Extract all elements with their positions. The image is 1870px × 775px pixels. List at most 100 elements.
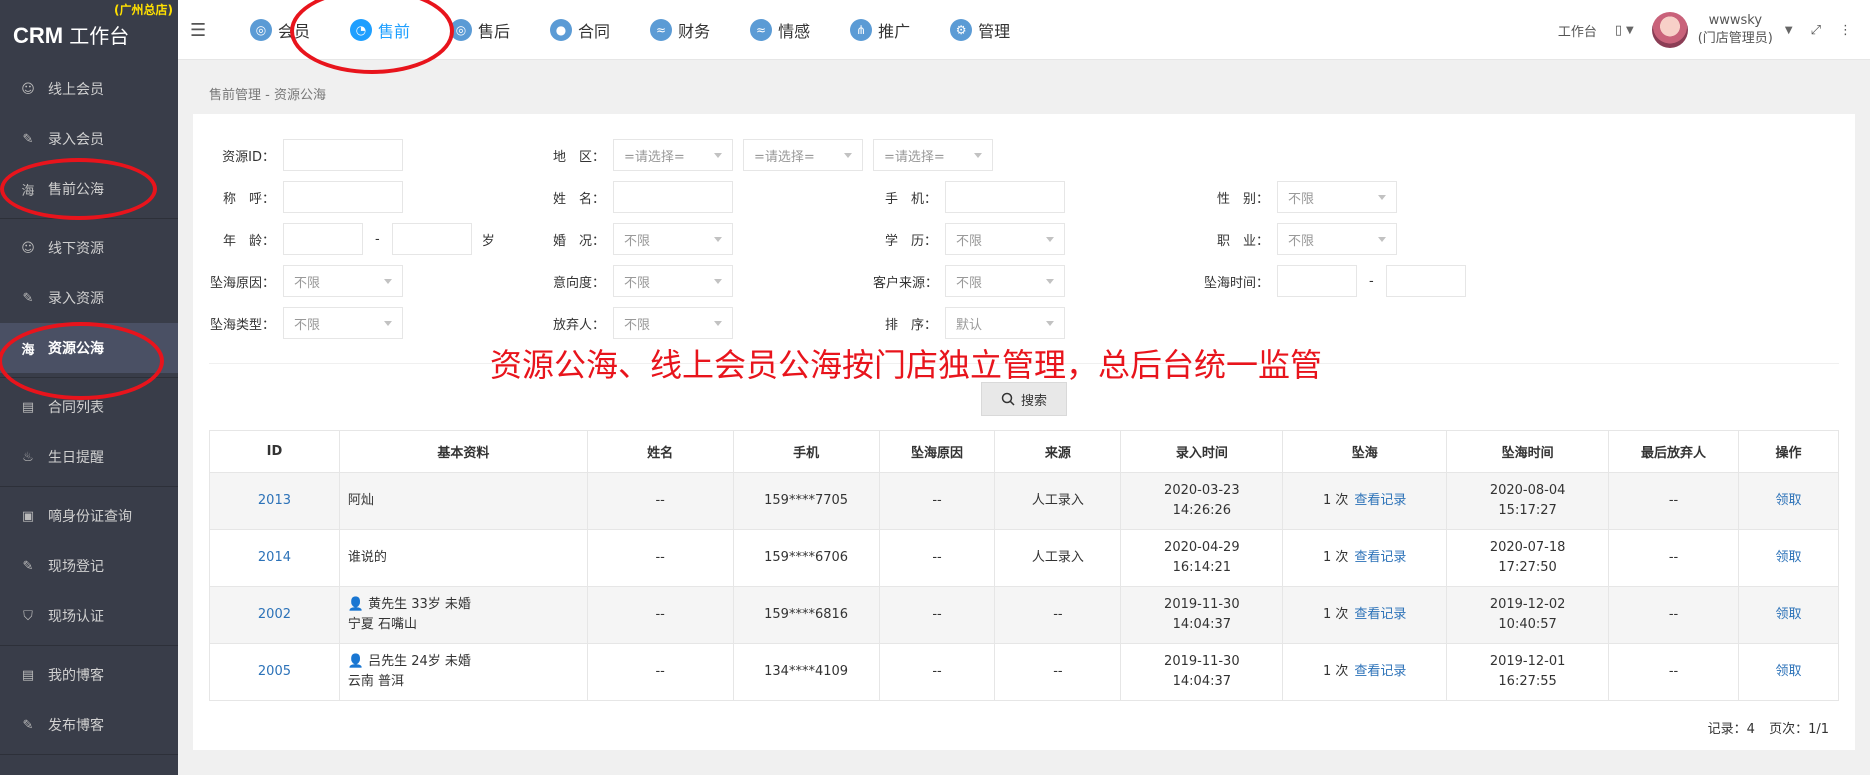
- table-header-cell: 姓名: [586, 430, 734, 473]
- claim-link[interactable]: 领取: [1775, 550, 1801, 565]
- entry-date: 2019-11-30: [1164, 597, 1240, 612]
- top-tab[interactable]: ◎ 会员: [238, 0, 322, 60]
- job-select[interactable]: 不限: [1277, 223, 1397, 255]
- sidebar-item[interactable]: ▣ 嘀身份证查询: [0, 491, 178, 541]
- intent-select[interactable]: 不限: [613, 265, 733, 297]
- marriage-select[interactable]: 不限: [613, 223, 733, 255]
- name-input[interactable]: [613, 181, 733, 213]
- fullscreen-icon[interactable]: ⤢: [1811, 23, 1821, 38]
- sidebar-item[interactable]: 海售前公海: [0, 164, 178, 214]
- basic-info-line: 宁夏 石嘴山: [348, 615, 587, 635]
- top-tab[interactable]: ◎ 售后: [438, 0, 522, 60]
- age-min-input[interactable]: [283, 223, 363, 255]
- user-menu-toggle[interactable]: ▼: [1781, 25, 1793, 36]
- view-records-link[interactable]: 查看记录: [1354, 493, 1406, 508]
- edit-icon: ✎: [22, 290, 34, 306]
- age-dash: -: [375, 231, 380, 247]
- region-city-select[interactable]: =请选择=: [743, 139, 863, 171]
- chevron-down-icon: ▼: [1784, 24, 1793, 36]
- table-cell: 2013: [209, 472, 340, 530]
- claim-link[interactable]: 领取: [1775, 607, 1801, 622]
- table-header-cell: 坠海: [1282, 430, 1448, 473]
- row-id-link[interactable]: 2005: [258, 664, 291, 679]
- user-info[interactable]: wwwsky (门店管理员): [1698, 12, 1773, 48]
- claim-link[interactable]: 领取: [1775, 664, 1801, 679]
- table-header-cell: 操作: [1737, 430, 1840, 473]
- source-select[interactable]: 不限: [945, 265, 1065, 297]
- fall-time-start-input[interactable]: [1277, 265, 1357, 297]
- menu-toggle-icon[interactable]: ☰: [190, 20, 206, 41]
- age-max-input[interactable]: [391, 223, 472, 255]
- pages-value: 1/1: [1808, 722, 1829, 737]
- top-tab[interactable]: ● 合同: [538, 0, 622, 60]
- sort-label: 排 序：: [884, 317, 937, 333]
- sidebar-item[interactable]: ✎ 录入资源: [0, 273, 178, 323]
- view-records-link[interactable]: 查看记录: [1354, 607, 1406, 622]
- id-card-icon: ▣: [21, 508, 35, 524]
- sidebar-item[interactable]: ☺ 线下资源: [0, 223, 178, 273]
- last-abandoner: --: [1668, 607, 1679, 622]
- top-tab[interactable]: ≈ 情感: [738, 0, 822, 60]
- edit-icon: ✎: [22, 717, 34, 733]
- sidebar-item[interactable]: ☺ 线上会员: [0, 64, 178, 114]
- sidebar-item[interactable]: ▤ 合同列表: [0, 382, 178, 432]
- claim-link[interactable]: 领取: [1775, 493, 1801, 508]
- reason-select[interactable]: 不限: [283, 265, 403, 297]
- nickname-input[interactable]: [283, 181, 403, 213]
- phone-value: 159****7705: [764, 493, 849, 508]
- avatar[interactable]: [1651, 12, 1688, 48]
- search-button[interactable]: 搜索: [981, 382, 1067, 416]
- table-cell: 阿灿: [338, 472, 588, 530]
- row-id-link[interactable]: 2002: [258, 607, 291, 622]
- basic-info-text: 阿灿: [347, 493, 374, 508]
- source-label: 客户来源：: [873, 275, 939, 291]
- user-role: (门店管理员): [1697, 31, 1773, 46]
- sidebar-item[interactable]: ✎ 发布博客: [0, 700, 178, 750]
- sidebar-item[interactable]: ✎ 录入会员: [0, 114, 178, 164]
- table-cell: --: [878, 643, 996, 701]
- resource-id-input[interactable]: [283, 139, 403, 171]
- fall-type-select[interactable]: 不限: [283, 307, 403, 339]
- sea-icon: 海: [21, 342, 35, 358]
- fall-time-label: 坠海时间：: [1203, 275, 1269, 291]
- table-cell: 2019-11-30 14:04:37: [1120, 643, 1284, 701]
- gender-select[interactable]: 不限: [1277, 181, 1397, 213]
- top-tab[interactable]: ⚙ 管理: [938, 0, 1022, 60]
- brand-logo[interactable]: CRM 工作台: [13, 20, 129, 49]
- top-tab[interactable]: ≈ 财务: [638, 0, 722, 60]
- view-records-link[interactable]: 查看记录: [1354, 550, 1406, 565]
- view-records-link[interactable]: 查看记录: [1354, 664, 1406, 679]
- table-cell: --: [1608, 643, 1739, 701]
- resource-table: ID 基本资料 姓名 手机 坠海原因 来源 录入时间 坠海 坠海时间 最后放弃人 操作 2013 阿灿…: [209, 430, 1840, 701]
- phone-input[interactable]: [945, 181, 1065, 213]
- sidebar-item[interactable]: ▤ 我的博客: [0, 650, 178, 700]
- table-cell: 2020-07-18 17:27:50: [1446, 529, 1610, 587]
- row-id-link[interactable]: 2013: [258, 493, 291, 508]
- sidebar: CRM 工作台 (广州总店) ☺ 线上会员 ✎ 录入会员海售前公海 ☺ 线下资源 ✎ 录入资源…: [0, 0, 178, 775]
- fall-type-label: 坠海类型：: [209, 317, 275, 333]
- fall-time-end-input[interactable]: [1385, 265, 1466, 297]
- more-icon[interactable]: ⋮: [1839, 23, 1852, 38]
- phone-label: 手 机：: [884, 191, 937, 207]
- mobile-menu[interactable]: ▯ ▼: [1615, 23, 1634, 38]
- tab-icon: ◎: [250, 19, 272, 41]
- region-district-select[interactable]: =请选择=: [873, 139, 993, 171]
- edit-icon: ✎: [22, 131, 34, 147]
- row-id-link[interactable]: 2014: [258, 550, 291, 565]
- top-tab[interactable]: ◔ 售前: [338, 0, 422, 60]
- sidebar-item[interactable]: ♨ 生日提醒: [0, 432, 178, 482]
- sidebar-item[interactable]: 海资源公海: [0, 323, 178, 373]
- abandoner-select[interactable]: 不限: [613, 307, 733, 339]
- sort-select[interactable]: 默认: [945, 307, 1065, 339]
- region-province-select[interactable]: =请选择=: [613, 139, 733, 171]
- sidebar-item[interactable]: ✎ 现场登记: [0, 541, 178, 591]
- tab-icon: ◎: [450, 19, 473, 41]
- table-cell: 2020-04-29 16:14:21: [1120, 529, 1284, 587]
- sidebar-item[interactable]: ⛉ 现场认证: [0, 591, 178, 641]
- name-value: --: [655, 550, 665, 565]
- workbench-link[interactable]: 工作台: [1558, 21, 1597, 40]
- tab-label: 财务: [678, 22, 711, 41]
- education-select[interactable]: 不限: [945, 223, 1065, 255]
- top-tab[interactable]: ⋔ 推广: [838, 0, 922, 60]
- table-cell: 159****7705: [732, 472, 880, 530]
